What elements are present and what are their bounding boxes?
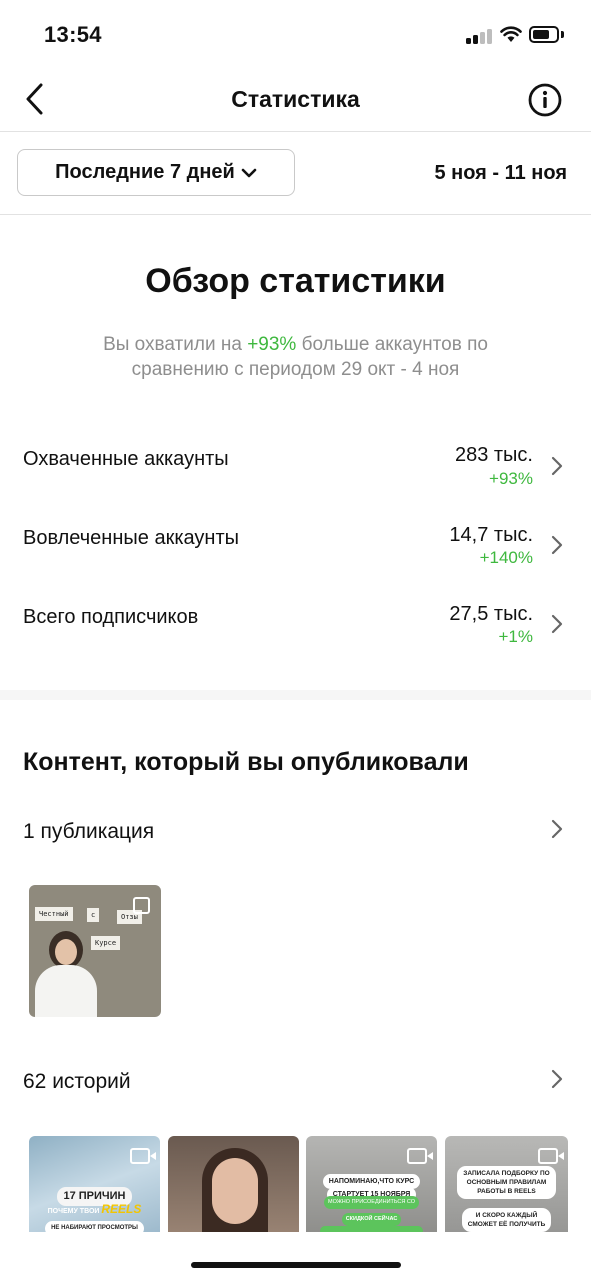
chevron-down-icon [241,168,257,177]
story-text: РАБОТЫ В REELS [477,1188,536,1195]
chevron-right-icon [551,535,563,555]
chevron-right-icon [551,1069,563,1089]
video-camera-icon [130,1148,156,1164]
chevron-right-icon [551,819,563,839]
story-person-face [212,1158,258,1224]
metric-value-followers: 27,5 тыс. [449,603,533,625]
wifi-icon [500,26,522,42]
carousel-icon [133,897,150,914]
story-text: ОСНОВНЫМ ПРАВИЛАМ [466,1179,547,1186]
publications-label: 1 публикация [23,820,155,843]
chevron-right-icon [551,614,563,634]
metric-change-engaged: +140% [479,548,533,567]
metric-label-engaged: Вовлеченные аккаунты [23,527,239,549]
metric-value-reached: 283 тыс. [454,444,533,466]
metric-label-followers: Всего подписчиков [23,606,199,628]
story-text: ПОЧЕМУ ТВОИ [47,1208,100,1215]
story-thumbnail[interactable]: ЗАПИСАЛА ПОДБОРКУ ПО ОСНОВНЫМ ПРАВИЛАМ РАБ… [445,1136,568,1236]
story-text: И СКОРО КАЖДЫЙ СМОЖЕТ ЕЁ ПОЛУЧИТЬ [461,1208,552,1232]
info-button[interactable] [527,82,563,118]
story-text: REELS [101,1202,142,1216]
stories-label: 62 историй [23,1070,131,1093]
section-separator [0,690,591,700]
story-thumbnail[interactable]: 17 ПРИЧИН ПОЧЕМУ ТВОИ REELS НЕ НАБИРАЮТ … [29,1136,160,1236]
chevron-right-icon [551,456,563,476]
story-thumbnail[interactable]: НАПОМИНАЮ,ЧТО КУРС СТАРТУЕТ 15 НОЯБРЯ МО… [306,1136,437,1236]
content-section-title: Контент, который вы опубликовали [23,748,469,776]
info-icon [528,83,562,117]
video-camera-icon [538,1148,564,1164]
post-person-body [35,965,97,1017]
metric-label-reached: Охваченные аккаунты [23,448,229,470]
metric-change-followers: +1% [498,627,534,646]
home-indicator[interactable] [191,1262,401,1268]
post-thumbnail[interactable]: Честный с Отзы Курсе [29,885,161,1017]
battery-cap [561,31,564,38]
post-note: Курсе [91,936,121,950]
header-divider [0,131,591,132]
period-divider [0,214,591,215]
bottom-safe-area [0,1232,591,1280]
post-person-face [55,939,77,965]
battery-icon [529,26,559,43]
story-text: СМОЖЕТ ЕЁ ПОЛУЧИТЬ [467,1221,546,1228]
story-text: ЗАПИСАЛА ПОДБОРКУ ПО [463,1170,550,1177]
summary-prefix: Вы охватили на [103,334,248,355]
post-note: Честный [35,907,73,921]
video-camera-icon [407,1148,433,1164]
post-note: с [87,908,100,922]
story-text: СКИДКОЙ СЕЙЧАС [341,1213,402,1226]
period-dropdown[interactable]: Последние 7 дней [17,149,295,196]
story-thumbnail[interactable] [168,1136,299,1236]
summary-highlight: +93% [247,334,297,355]
page-title: Статистика [231,86,360,112]
cellular-signal-icon [466,28,494,44]
status-time: 13:54 [44,22,102,47]
overview-title: Обзор статистики [145,262,446,300]
story-text: И СКОРО КАЖДЫЙ [475,1212,538,1219]
period-label: Последние 7 дней [55,161,235,183]
metric-value-engaged: 14,7 тыс. [449,524,533,546]
overview-summary: Вы охватили на +93% больше аккаунтов по … [60,332,531,382]
story-text: ЗАПИСАЛА ПОДБОРКУ ПО ОСНОВНЫМ ПРАВИЛАМ РАБ… [457,1166,556,1199]
date-range: 5 ноя - 11 ноя [434,162,567,184]
metric-change-reached: +93% [489,469,533,488]
